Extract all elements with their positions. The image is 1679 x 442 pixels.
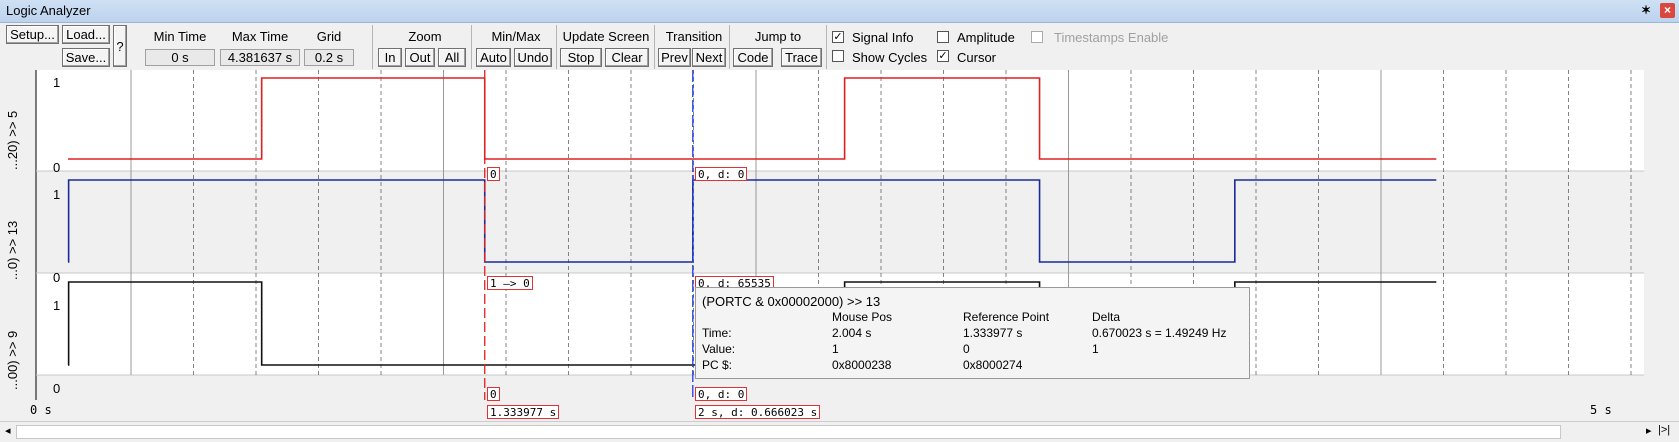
tooltip-row-time: Time: xyxy=(702,326,732,340)
zoom-out-button[interactable]: Out xyxy=(405,48,435,67)
separator xyxy=(556,25,557,69)
timestamps-label: Timestamps Enable xyxy=(1054,30,1169,45)
stop-button[interactable]: Stop xyxy=(560,48,602,67)
tooltip-mouse-value: 1 xyxy=(832,342,839,356)
amplitude-label: Amplitude xyxy=(957,30,1015,45)
axis-end-label: 5 s xyxy=(1590,403,1612,417)
signal-info-checkbox[interactable]: ✓ xyxy=(832,31,844,43)
signal-3-low: 0 xyxy=(53,381,61,396)
separator xyxy=(729,25,730,69)
zoom-in-button[interactable]: In xyxy=(378,48,402,67)
ref-marker-signal-3: 0 xyxy=(487,387,500,401)
amplitude-checkbox[interactable] xyxy=(937,31,949,43)
title-bar: Logic Analyzer ✶ × xyxy=(0,0,1679,23)
cursor-time-marker: 2 s, d: 0.666023 s xyxy=(695,405,821,419)
tooltip-mouse-pc: 0x8000238 xyxy=(832,358,892,372)
scroll-left-icon[interactable]: ◂ xyxy=(5,424,11,437)
show-cycles-checkbox[interactable] xyxy=(832,50,844,62)
tooltip-delta-value: 1 xyxy=(1092,342,1099,356)
tooltip-row-pc: PC $: xyxy=(702,358,733,372)
separator xyxy=(826,25,827,69)
undo-button[interactable]: Undo xyxy=(514,48,552,67)
tooltip-ref-value: 0 xyxy=(963,342,970,356)
clear-button[interactable]: Clear xyxy=(605,48,649,67)
help-button[interactable]: ? xyxy=(113,25,127,67)
tooltip-col-ref: Reference Point xyxy=(963,310,1050,324)
signal-1-name: ...20) >> 5 xyxy=(5,110,20,170)
grid-label: Grid xyxy=(316,29,342,44)
cursor-checkbox[interactable]: ✓ xyxy=(937,50,949,62)
cursor-marker-signal-1: 0, d: 0 xyxy=(695,167,748,181)
signal-2-name: ...0) >> 13 xyxy=(5,220,20,280)
horizontal-scrollbar[interactable]: ◂ ▸ |>| xyxy=(0,421,1679,442)
tooltip-ref-time: 1.333977 s xyxy=(963,326,1023,340)
close-icon[interactable]: × xyxy=(1660,3,1675,18)
tooltip-col-delta: Delta xyxy=(1092,310,1121,324)
max-time-value: 4.381637 s xyxy=(220,49,300,66)
signal-1-background xyxy=(36,70,1644,171)
pin-icon[interactable]: ✶ xyxy=(1641,3,1651,17)
tooltip-row-value: Value: xyxy=(702,342,736,356)
toolbar: Setup... Load... Save... ? Min Time 0 s … xyxy=(0,23,1679,70)
transition-label: Transition xyxy=(665,29,723,44)
cursor-marker-signal-3: 0, d: 0 xyxy=(695,387,748,401)
signal-2-low: 0 xyxy=(53,270,61,285)
auto-button[interactable]: Auto xyxy=(476,48,511,67)
tooltip-title: (PORTC & 0x00002000) >> 13 xyxy=(702,294,881,309)
signal-2-background xyxy=(36,171,1644,273)
tooltip-col-mouse: Mouse Pos xyxy=(832,310,893,324)
signal-3-high: 1 xyxy=(53,298,61,313)
tooltip-mouse-time: 2.004 s xyxy=(832,326,872,340)
signal-info-label: Signal Info xyxy=(852,30,914,45)
setup-button[interactable]: Setup... xyxy=(6,25,59,44)
jump-to-label: Jump to xyxy=(754,29,802,44)
separator xyxy=(654,25,655,69)
ref-marker-signal-2: 1 —> 0 xyxy=(487,276,533,290)
window-title: Logic Analyzer xyxy=(6,3,91,18)
next-button[interactable]: Next xyxy=(692,48,726,67)
tooltip-delta-time: 0.670023 s = 1.49249 Hz xyxy=(1092,326,1227,340)
cursor-label: Cursor xyxy=(957,50,997,65)
max-time-label: Max Time xyxy=(231,29,289,44)
scrollbar-thumb[interactable] xyxy=(16,425,1561,439)
zoom-all-button[interactable]: All xyxy=(438,48,466,67)
scroll-end-icon[interactable]: |>| xyxy=(1658,424,1670,436)
grid-value: 0.2 s xyxy=(304,49,354,66)
signal-info-tooltip: (PORTC & 0x00002000) >> 13 Mouse Pos Ref… xyxy=(695,287,1250,379)
timestamps-checkbox xyxy=(1031,31,1043,43)
scroll-right-icon[interactable]: ▸ xyxy=(1646,424,1652,437)
minmax-label: Min/Max xyxy=(491,29,541,44)
zoom-label: Zoom xyxy=(408,29,442,44)
min-time-value: 0 s xyxy=(145,49,215,66)
separator xyxy=(471,25,472,69)
trace-button[interactable]: Trace xyxy=(781,48,822,67)
signal-2-high: 1 xyxy=(53,187,61,202)
signal-1-high: 1 xyxy=(53,75,61,90)
ref-marker-signal-1: 0 xyxy=(487,167,500,181)
signal-1-low: 0 xyxy=(53,160,61,175)
code-button[interactable]: Code xyxy=(733,48,773,67)
prev-button[interactable]: Prev xyxy=(658,48,691,67)
update-screen-label: Update Screen xyxy=(562,29,650,44)
save-button[interactable]: Save... xyxy=(62,48,110,67)
tooltip-ref-pc: 0x8000274 xyxy=(963,358,1023,372)
show-cycles-label: Show Cycles xyxy=(852,50,928,65)
load-button[interactable]: Load... xyxy=(62,25,110,44)
separator xyxy=(372,25,373,69)
min-time-label: Min Time xyxy=(153,29,207,44)
ref-time-marker: 1.333977 s xyxy=(487,405,560,419)
axis-start-label: 0 s xyxy=(30,403,52,417)
